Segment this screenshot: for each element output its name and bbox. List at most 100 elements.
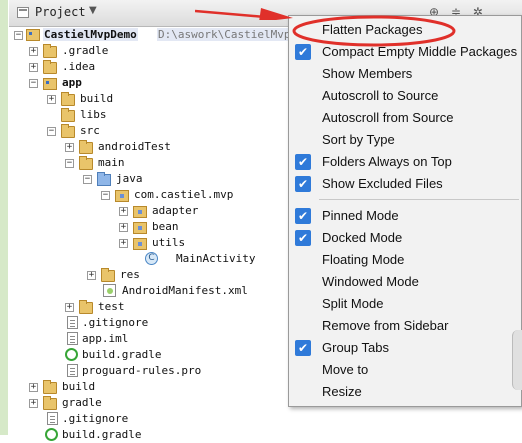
tree-row[interactable]: + utils — [9, 235, 299, 251]
tree-row[interactable]: build.gradle — [9, 347, 299, 363]
tree-row[interactable]: .gitignore — [9, 315, 299, 331]
expand-toggle[interactable]: + — [65, 143, 74, 152]
tree-row[interactable]: − CastielMvpDemo D:\aswork\CastielMvpDem… — [11, 27, 318, 43]
file-icon — [67, 332, 78, 345]
menu-item-label: Show Members — [322, 66, 413, 81]
tree-row[interactable]: + androidTest — [9, 139, 299, 155]
checkmark-icon: ✔ — [295, 154, 311, 170]
tree-row-label: gradle — [62, 396, 102, 409]
tree-row[interactable]: + bean — [9, 219, 299, 235]
tree-row[interactable]: .gitignore — [9, 411, 299, 427]
tree-row[interactable]: libs — [9, 107, 299, 123]
tree-row[interactable]: + gradle — [9, 395, 299, 411]
menu-item-autoscroll-to-source[interactable]: Autoscroll to Source — [289, 85, 521, 107]
checkmark-icon: ✔ — [295, 230, 311, 246]
collapse-toggle[interactable]: − — [47, 127, 56, 136]
tree-row[interactable]: + .gradle — [9, 43, 299, 59]
tree-row-label: java — [116, 172, 143, 185]
checkmark-icon: ✔ — [295, 340, 311, 356]
tree-row-label: src — [80, 124, 100, 137]
menu-item-resize[interactable]: Resize — [289, 381, 521, 403]
folder-icon — [79, 140, 93, 154]
tree-row[interactable]: − com.castiel.mvp — [9, 187, 299, 203]
folder-icon — [61, 124, 75, 138]
expand-toggle[interactable]: + — [119, 207, 128, 216]
package-icon — [115, 190, 129, 202]
tree-row-label: CastielMvpDemo — [43, 28, 138, 41]
package-icon — [133, 206, 147, 218]
tree-row[interactable]: + build — [9, 379, 299, 395]
folder-icon — [43, 380, 57, 394]
menu-item-label: Docked Mode — [322, 230, 403, 245]
tree-row[interactable]: + .idea — [9, 59, 299, 75]
module-icon — [43, 78, 57, 90]
menu-item-show-excluded-files[interactable]: ✔ Show Excluded Files — [289, 173, 521, 195]
menu-item-sort-by-type[interactable]: Sort by Type — [289, 129, 521, 151]
menu-item-split-mode[interactable]: Split Mode — [289, 293, 521, 315]
expand-toggle[interactable]: + — [29, 47, 38, 56]
tree-row[interactable]: − java — [9, 171, 299, 187]
module-icon — [26, 29, 40, 41]
file-icon — [67, 316, 78, 329]
menu-item-autoscroll-from-source[interactable]: Autoscroll from Source — [289, 107, 521, 129]
tree-row[interactable]: + build — [9, 91, 299, 107]
expand-toggle[interactable]: + — [29, 383, 38, 392]
folder-icon — [43, 396, 57, 410]
expand-toggle[interactable]: + — [119, 223, 128, 232]
menu-item-group-tabs[interactable]: ✔ Group Tabs — [289, 337, 521, 359]
collapse-toggle[interactable]: − — [101, 191, 110, 200]
tree-row-label: app.iml — [82, 332, 129, 345]
menu-item-pinned-mode[interactable]: ✔ Pinned Mode — [289, 205, 521, 227]
menu-item-remove-from-sidebar[interactable]: Remove from Sidebar — [289, 315, 521, 337]
project-tree: − CastielMvpDemo D:\aswork\CastielMvpDem… — [9, 27, 318, 441]
tree-row[interactable]: + adapter — [9, 203, 299, 219]
expand-toggle[interactable]: + — [119, 239, 128, 248]
tree-row-label: androidTest — [98, 140, 171, 153]
package-icon — [133, 238, 147, 250]
expand-toggle[interactable]: + — [29, 399, 38, 408]
menu-item-folders-always-on-top[interactable]: ✔ Folders Always on Top — [289, 151, 521, 173]
expand-toggle[interactable]: + — [47, 95, 56, 104]
menu-item-floating-mode[interactable]: Floating Mode — [289, 249, 521, 271]
collapse-toggle[interactable]: − — [14, 31, 23, 40]
collapse-toggle[interactable]: − — [83, 175, 92, 184]
tree-row[interactable]: proguard-rules.pro — [9, 363, 299, 379]
tree-row[interactable]: C MainActivity — [9, 251, 299, 267]
left-gutter — [0, 0, 8, 435]
class-icon: C — [145, 252, 158, 265]
tree-row[interactable]: − main — [9, 155, 299, 171]
annotation-arrow-icon — [195, 8, 293, 20]
tree-row[interactable]: app.iml — [9, 331, 299, 347]
resource-folder-icon — [101, 268, 115, 282]
tree-row[interactable]: + res — [9, 267, 299, 283]
project-view-title[interactable]: Project — [35, 5, 86, 19]
tree-row[interactable]: build.gradle — [9, 427, 299, 443]
tree-row[interactable]: + test — [9, 299, 299, 315]
window-edge-handle — [512, 330, 522, 390]
menu-item-label: Group Tabs — [322, 340, 389, 355]
tree-row[interactable]: − src — [9, 123, 299, 139]
tree-row[interactable]: − app — [9, 75, 299, 91]
tree-row[interactable]: AndroidManifest.xml — [9, 283, 299, 299]
menu-item-label: Pinned Mode — [322, 208, 399, 223]
menu-item-label: Folders Always on Top — [322, 154, 452, 169]
menu-item-docked-mode[interactable]: ✔ Docked Mode — [289, 227, 521, 249]
menu-item-show-members[interactable]: Show Members — [289, 63, 521, 85]
menu-item-windowed-mode[interactable]: Windowed Mode — [289, 271, 521, 293]
tree-row-label: app — [62, 76, 82, 89]
collapse-toggle[interactable]: − — [29, 79, 38, 88]
expand-toggle[interactable]: + — [65, 303, 74, 312]
tree-row-label: com.castiel.mvp — [134, 188, 234, 201]
folder-icon — [43, 44, 57, 58]
expand-toggle[interactable]: + — [87, 271, 96, 280]
triangle-down-icon[interactable]: ▼ — [89, 5, 97, 16]
tree-row-label: build — [80, 92, 114, 105]
menu-item-label: Sort by Type — [322, 132, 395, 147]
menu-item-label: Split Mode — [322, 296, 384, 311]
manifest-icon — [103, 284, 116, 297]
expand-toggle[interactable]: + — [29, 63, 38, 72]
collapse-toggle[interactable]: − — [65, 159, 74, 168]
menu-item-move-to[interactable]: Move to — [289, 359, 521, 381]
tree-row-label: .gitignore — [62, 412, 129, 425]
folder-icon — [43, 60, 57, 74]
